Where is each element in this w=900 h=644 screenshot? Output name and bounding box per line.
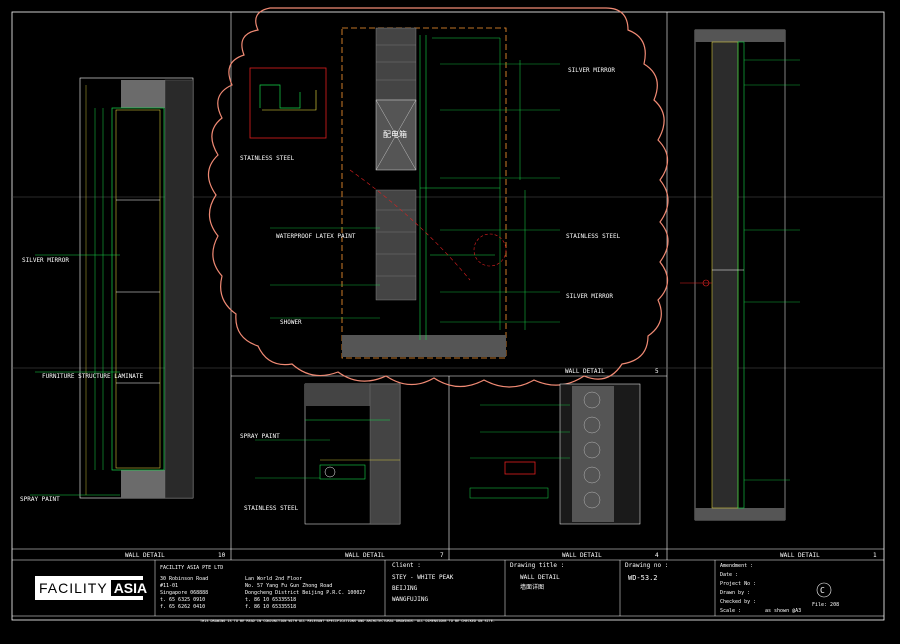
- revision-cloud: [207, 7, 669, 388]
- label-latex: WATERPROOF LATEX PAINT: [276, 233, 356, 240]
- scale-value: as shown @A3: [765, 608, 802, 614]
- cn-fax: f. 86 10 65335518: [245, 604, 297, 610]
- label-mirror-left: SILVER MIRROR: [22, 257, 69, 264]
- footer-disclaimer: THIS DRAWING IS TO BE READ IN CONJUNCTIO…: [200, 619, 496, 623]
- drawing-title-line-2: 墙面详图: [520, 584, 545, 591]
- drawing-title-line-1: WALL DETAIL: [520, 574, 560, 581]
- panel-sheet-no: 7: [440, 552, 444, 559]
- equipment-label: 配电箱: [383, 129, 407, 139]
- logo-text-left: FACILITY: [39, 580, 108, 596]
- company-address-1: 30 Robinson Road: [160, 576, 209, 582]
- company-fax: f. 65 6262 0410: [160, 604, 206, 610]
- company-name: FACILITY ASIA PTE LTD: [160, 565, 224, 571]
- company-logo: FACILITY ASIA: [35, 576, 151, 600]
- label-spray-7: SPRAY PAINT: [240, 433, 280, 440]
- label-steel-7: STAINLESS STEEL: [244, 505, 299, 512]
- label-spray-left: SPRAY PAINT: [20, 496, 60, 503]
- cn-address-2: No. 57 Yang Fu Gun Zhong Road: [245, 583, 333, 589]
- wall-detail-left: SILVER MIRROR FURNITURE STRUCTURE LAMINA…: [20, 77, 194, 503]
- wall-detail-right: [680, 29, 800, 521]
- checked-label: Checked by :: [720, 599, 757, 605]
- panel-sheet-no: 1: [873, 552, 877, 559]
- label-laminate: FURNITURE STRUCTURE LAMINATE: [42, 373, 144, 380]
- label-steel-detail: STAINLESS STEEL: [240, 155, 295, 162]
- client-line-2: BEIJING: [392, 585, 418, 592]
- scale-label: Scale :: [720, 608, 742, 614]
- label-shower: SHOWER: [280, 319, 302, 326]
- project-label: Project No :: [720, 581, 757, 587]
- label-mirror-center: SILVER MIRROR: [568, 67, 615, 74]
- cn-tel: t. 86 10 65335518: [245, 597, 297, 603]
- drawing-no-value: WD-53.2: [628, 574, 658, 582]
- panel-title-bar: WALL DETAIL 10 WALL DETAIL 7 WALL DETAIL…: [125, 368, 877, 559]
- panel-title: WALL DETAIL: [780, 552, 820, 559]
- date-label: Date :: [720, 572, 739, 578]
- company-address-3: Singapore 068888: [160, 590, 209, 596]
- panel-sheet-no: 4: [655, 552, 659, 559]
- panel-title: WALL DETAIL: [562, 552, 602, 559]
- file-number: File: 208: [812, 602, 840, 608]
- panel-title: WALL DETAIL: [565, 368, 605, 375]
- wall-detail-lower-right: [469, 383, 641, 525]
- wall-detail-lower-left: SPRAY PAINT STAINLESS STEEL: [240, 383, 401, 525]
- company-address-2: #11-01: [160, 583, 179, 589]
- client-line-3: WANGFUJING: [392, 596, 429, 603]
- drawn-label: Drawn by :: [720, 590, 751, 596]
- panel-title: WALL DETAIL: [345, 552, 385, 559]
- panel-sheet-no: 5: [655, 368, 659, 375]
- logo-text-right: ASIA: [110, 580, 151, 596]
- label-mirror-low: SILVER MIRROR: [566, 293, 613, 300]
- client-line-1: STEY - WHITE PEAK: [392, 574, 454, 581]
- cn-address-3: Dongcheng District Beijing P.R.C. 100027: [245, 590, 366, 596]
- client-label: Client :: [392, 562, 421, 569]
- copyright-icon-glyph: C: [820, 586, 825, 595]
- amendment-label: Amendment :: [720, 563, 754, 569]
- wall-detail-center: 配电箱 SILVER MIRROR STAINLESS STEEL STAINL…: [207, 7, 669, 388]
- panel-title: WALL DETAIL: [125, 552, 165, 559]
- cad-drawing-sheet: SILVER MIRROR FURNITURE STRUCTURE LAMINA…: [11, 7, 885, 621]
- company-tel: t. 65 6325 0910: [160, 597, 206, 603]
- drawing-title-label: Drawing title :: [510, 562, 565, 569]
- cn-address-1: Lan World 2nd Floor: [245, 576, 303, 582]
- label-steel-center: STAINLESS STEEL: [566, 233, 621, 240]
- panel-sheet-no: 10: [218, 552, 226, 559]
- drawing-no-label: Drawing no :: [625, 562, 669, 569]
